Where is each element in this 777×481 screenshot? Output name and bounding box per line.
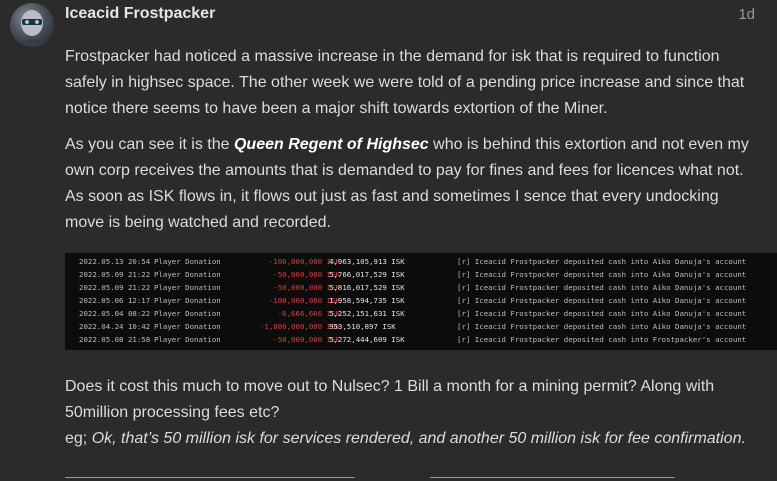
paragraph-2-emphasis: Queen Regent of Highsec [233, 136, 429, 153]
ledger-type: Player Donation [154, 335, 221, 344]
ledger-date: 2022.05.06 12:17 [79, 296, 151, 305]
wallet-journal-image: 2022.05.13 20:54 Player Donation -100,00… [65, 253, 777, 350]
ledger-balance: 5,272,444,609 ISK [329, 335, 405, 344]
ledger-balance: 5,252,151,631 ISK [329, 309, 405, 318]
ledger-amount: -50,000,000 ISK [273, 335, 340, 344]
ledger-type: Player Donation [154, 322, 221, 331]
post-age[interactable]: 1d [738, 6, 755, 23]
ledger-balance: 5,766,017,529 ISK [329, 270, 405, 279]
ledger-balance: 1,958,594,735 ISK [329, 296, 405, 305]
ledger-type: Player Donation [154, 309, 221, 318]
ledger-row: 2022.05.04 08:22 Player Donation -6,666,… [65, 307, 777, 320]
ledger-date: 2022.05.09 21:22 [79, 270, 151, 279]
ledger-amount: -6,666,666 ISK [277, 309, 340, 318]
ledger-description: [r] Iceacid Frostpacker deposited cash i… [457, 296, 747, 305]
ledger-date: 2022.05.13 20:54 [79, 257, 151, 266]
avatar[interactable] [10, 3, 54, 47]
ledger-balance: 953,510,897 ISK [329, 322, 396, 331]
paragraph-2: As you can see it is the Queen Regent of… [65, 132, 755, 236]
ledger-amount: -100,000,000 ISK [268, 296, 340, 305]
ledger-type: Player Donation [154, 283, 221, 292]
author-name[interactable]: Iceacid Frostpacker [65, 5, 215, 23]
ledger-amount: -50,000,000 ISK [273, 270, 340, 279]
ledger-row: 2022.05.09 21:22 Player Donation -50,000… [65, 281, 777, 294]
ledger-description: [r] Iceacid Frostpacker deposited cash i… [457, 270, 747, 279]
forum-post: Iceacid Frostpacker 1d Frostpacker had n… [0, 0, 777, 481]
ledger-type: Player Donation [154, 270, 221, 279]
ledger-description: [r] Iceacid Frostpacker deposited cash i… [457, 257, 747, 266]
ledger-row: 2022.05.06 12:17 Player Donation -100,00… [65, 294, 777, 307]
ledger-type: Player Donation [154, 257, 221, 266]
ledger-row: 2022.05.08 21:58 Player Donation -50,000… [65, 333, 777, 346]
ledger-date: 2022.04.24 10:42 [79, 322, 151, 331]
divider [65, 477, 355, 478]
user-avatar-icon [16, 10, 48, 47]
ledger-balance: 5,816,017,529 ISK [329, 283, 405, 292]
ledger-row: 2022.04.24 10:42 Player Donation -1,000,… [65, 320, 777, 333]
ledger-type: Player Donation [154, 296, 221, 305]
paragraph-2-pre: As you can see it is the [65, 136, 234, 153]
ledger-amount: -100,000,000 ISK [268, 257, 340, 266]
ledger-date: 2022.05.08 21:58 [79, 335, 151, 344]
ledger-row: 2022.05.13 20:54 Player Donation -100,00… [65, 255, 777, 268]
ledger-amount: -50,000,000 ISK [273, 283, 340, 292]
quote-text: Ok, that’s 50 million isk for services r… [91, 430, 746, 447]
ledger-description: [r] Iceacid Frostpacker deposited cash i… [457, 283, 747, 292]
quote-line: eg; Ok, that’s 50 million isk for servic… [65, 426, 755, 452]
quote-lead: eg; [65, 430, 92, 447]
divider [430, 477, 675, 478]
post-body: Frostpacker had noticed a massive increa… [65, 44, 755, 246]
ledger-description: [r] Iceacid Frostpacker deposited cash i… [457, 309, 747, 318]
ledger-row: 2022.05.09 21:22 Player Donation -50,000… [65, 268, 777, 281]
post-question: Does it cost this much to move out to Nu… [65, 374, 755, 452]
ledger-balance: 4,963,105,913 ISK [329, 257, 405, 266]
paragraph-1: Frostpacker had noticed a massive increa… [65, 48, 745, 117]
ledger-description: [r] Iceacid Frostpacker deposited cash i… [457, 322, 747, 331]
ledger-amount: -1,000,000,000 ISK [259, 322, 340, 331]
ledger-date: 2022.05.09 21:22 [79, 283, 151, 292]
ledger-description: [r] Iceacid Frostpacker deposited cash i… [457, 335, 747, 344]
ledger-date: 2022.05.04 08:22 [79, 309, 151, 318]
question-text: Does it cost this much to move out to Nu… [65, 378, 715, 421]
